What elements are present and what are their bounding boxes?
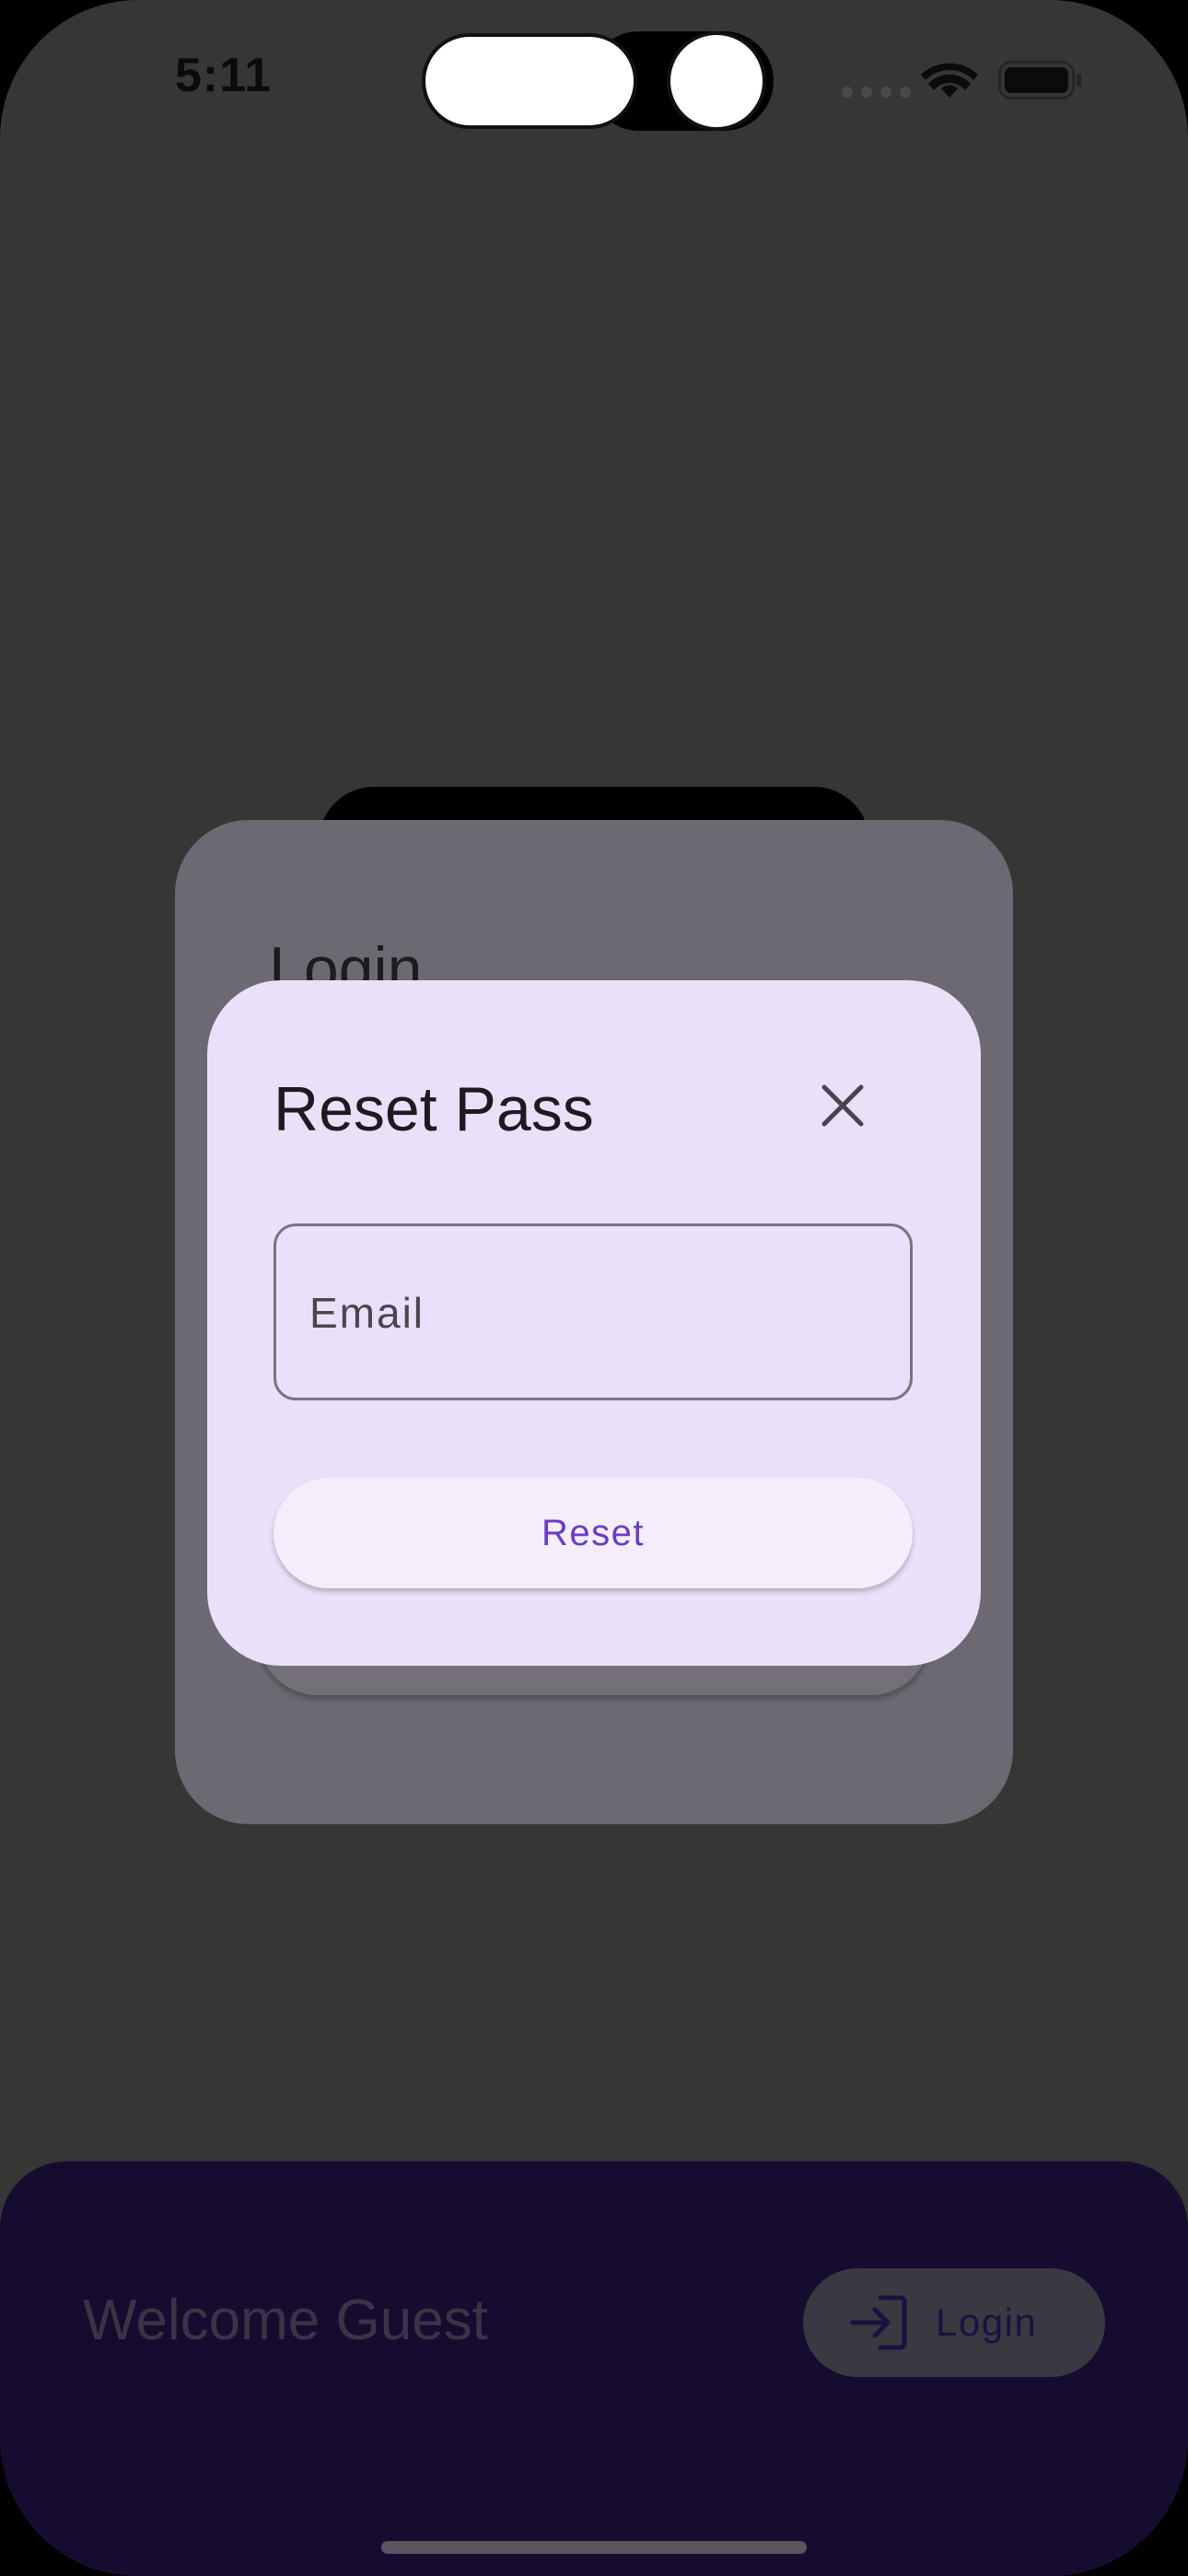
- reset-button[interactable]: Reset: [274, 1478, 913, 1588]
- wifi-icon: [921, 57, 978, 104]
- dynamic-island-pill: [422, 33, 637, 129]
- reset-password-dialog: Reset Pass Reset: [207, 980, 981, 1666]
- login-icon: [849, 2294, 908, 2356]
- login-button-label: Login: [936, 2301, 1038, 2344]
- status-time: 5:11: [175, 49, 273, 102]
- close-button[interactable]: [797, 1060, 889, 1152]
- battery-icon: [998, 61, 1083, 104]
- bottom-bar: Welcome Guest Login: [0, 2161, 1188, 2576]
- dynamic-island-camera: [667, 31, 766, 131]
- welcome-text: Welcome Guest: [83, 2289, 488, 2352]
- email-field[interactable]: [274, 1224, 913, 1400]
- login-button[interactable]: Login: [803, 2268, 1105, 2377]
- home-indicator[interactable]: [381, 2541, 807, 2554]
- phone-screen: 5:11 Login Login Reset Pass: [0, 0, 1188, 2576]
- close-icon: [821, 1084, 864, 1127]
- signal-icon: [842, 87, 911, 98]
- email-input[interactable]: [308, 1226, 882, 1399]
- reset-dialog-title: Reset Pass: [274, 1074, 594, 1144]
